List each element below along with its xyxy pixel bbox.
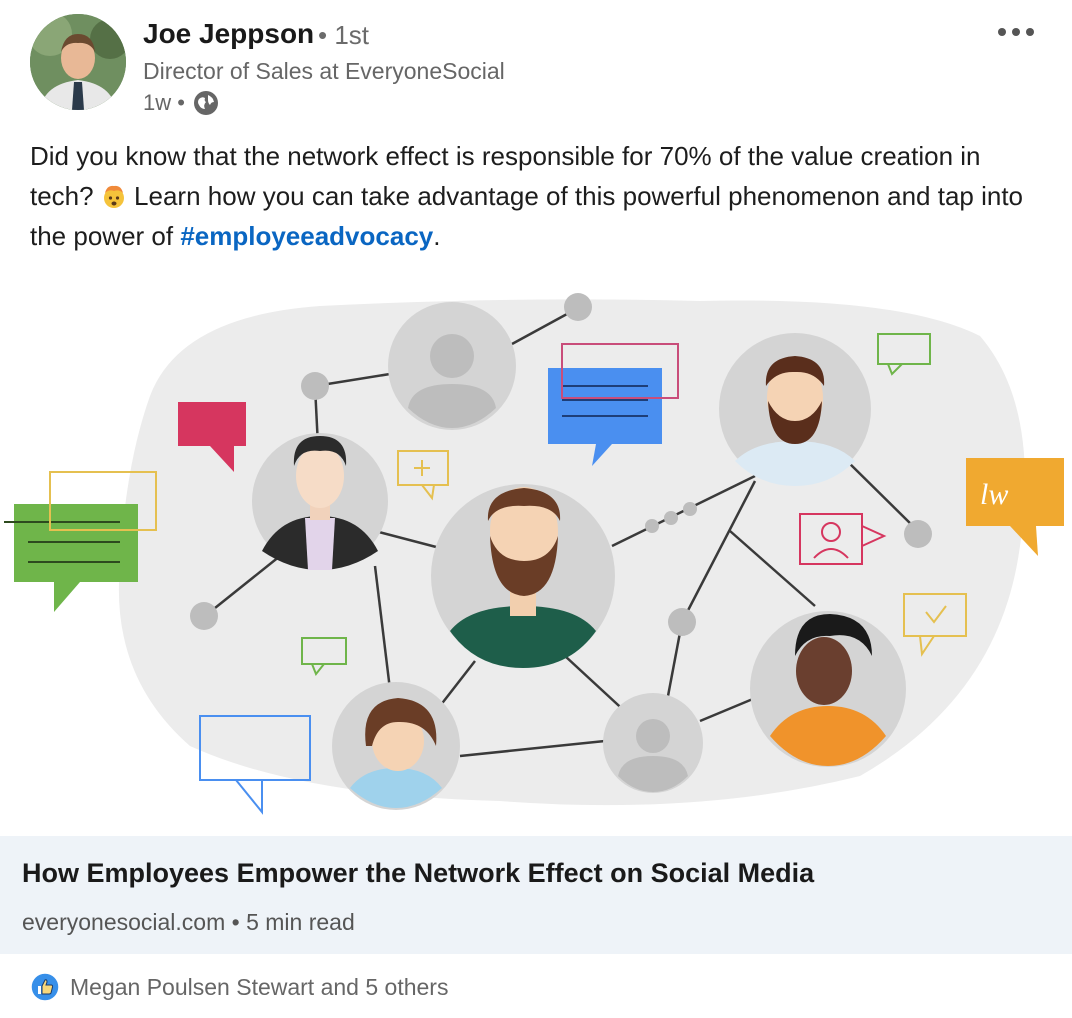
post-text: Did you know that the network effect is … (30, 136, 1040, 256)
signature-glyph: lw (980, 478, 1008, 511)
globe-icon (193, 91, 218, 115)
reactions-text: Megan Poulsen Stewart and 5 others (70, 973, 449, 1000)
dot-icon (1026, 28, 1034, 36)
network-illustration: lw (4, 293, 1064, 815)
article-image[interactable]: lw (0, 276, 1072, 836)
connection-degree: • 1st (318, 20, 370, 50)
post-text-part: . (433, 221, 441, 251)
post-meta: 1w • (143, 90, 219, 116)
dot-icon (998, 28, 1006, 36)
author-avatar[interactable] (30, 14, 126, 110)
article-title[interactable]: How Employees Empower the Network Effect… (22, 858, 814, 889)
post-time: 1w • (143, 90, 185, 115)
author-headline: Director of Sales at EveryoneSocial (143, 58, 505, 84)
exploding-head-emoji-icon (103, 185, 124, 208)
more-options-button[interactable] (998, 24, 1042, 40)
article-link-card[interactable]: How Employees Empower the Network Effect… (0, 836, 1072, 954)
hashtag-link[interactable]: #employeeadvocacy (180, 221, 433, 251)
article-meta: everyonesocial.com • 5 min read (22, 909, 355, 935)
feed-post: Joe Jeppson • 1st Director of Sales at E… (0, 0, 1072, 1018)
reactions-summary[interactable]: Megan Poulsen Stewart and 5 others (30, 972, 448, 1002)
author-name[interactable]: Joe Jeppson (143, 18, 314, 50)
dot-icon (1012, 28, 1020, 36)
like-icon (30, 972, 60, 1002)
post-text-part: Learn how you can take advantage of this… (30, 181, 1024, 251)
